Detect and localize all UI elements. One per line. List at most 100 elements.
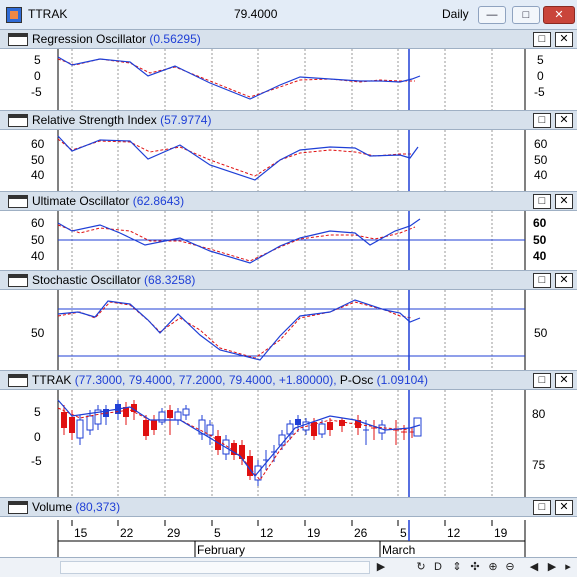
price-plot: 5 0 -5 80 75 <box>31 390 546 497</box>
panel-close-icon[interactable]: ✕ <box>555 373 573 388</box>
price-tick-left: 0 <box>34 430 41 444</box>
window-price: 79.4000 <box>234 7 278 21</box>
panel-maximize-icon[interactable]: □ <box>533 32 551 47</box>
panel-maximize-icon[interactable]: □ <box>533 500 551 515</box>
hand-icon[interactable]: ⇕ <box>450 560 464 575</box>
regression-plot: 5 0 -5 5 0 -5 <box>31 49 545 110</box>
panel-title: Volume (80,373) <box>32 500 121 514</box>
price-tick-right: 80 <box>532 407 546 421</box>
x-day-label: 26 <box>354 526 368 540</box>
panel-icon[interactable] <box>8 374 28 387</box>
panel-header-price: TTRAK (77.3000, 79.4000, 77.2000, 79.400… <box>0 370 577 390</box>
panel-title: Regression Oscillator (0.56295) <box>32 32 201 46</box>
rsi-tick-right: 50 <box>534 153 548 167</box>
panel-maximize-icon[interactable]: □ <box>533 273 551 288</box>
rsi-tick: 40 <box>31 168 45 182</box>
panel-header-ultimate: Ultimate Oscillator (62.8643) □ ✕ <box>0 191 577 211</box>
window-titlebar: TTRAK 79.4000 Daily — □ ✕ <box>0 0 577 30</box>
ultimate-tick-right: 40 <box>533 249 547 263</box>
price-tick-right: 75 <box>532 458 546 472</box>
panel-header-regression: Regression Oscillator (0.56295) □ ✕ <box>0 29 577 49</box>
x-day-label: 5 <box>400 526 407 540</box>
x-month-label: February <box>197 543 245 557</box>
x-day-label: 12 <box>260 526 274 540</box>
regression-tick-right: 0 <box>537 69 544 83</box>
regression-tick-right: 5 <box>537 53 544 67</box>
app-icon <box>6 7 22 23</box>
panel-close-icon[interactable]: ✕ <box>555 32 573 47</box>
bottom-toolbar: ▶ ↻ D ⇕ ✣ ⊕ ⊖ ◀ ▶ ▸ <box>0 557 577 577</box>
zoom-out-icon[interactable]: ⊖ <box>503 560 517 575</box>
candlesticks <box>61 400 422 486</box>
rsi-tick: 50 <box>31 153 45 167</box>
regression-tick: 5 <box>34 53 41 67</box>
panel-icon[interactable] <box>8 33 28 46</box>
panel-header-volume: Volume (80,373) □ ✕ <box>0 497 577 517</box>
x-day-label: 19 <box>494 526 508 540</box>
x-day-label: 15 <box>74 526 88 540</box>
panel-header-rsi: Relative Strength Index (57.9774) □ ✕ <box>0 110 577 130</box>
panel-maximize-icon[interactable]: □ <box>533 113 551 128</box>
stochastic-tick-right: 50 <box>534 326 548 340</box>
panel-close-icon[interactable]: ✕ <box>555 500 573 515</box>
x-day-label: 12 <box>447 526 461 540</box>
stochastic-plot: 50 50 <box>31 290 548 370</box>
rsi-tick: 60 <box>31 137 45 151</box>
chart-rsi[interactable]: 60 50 40 60 50 40 <box>0 130 577 191</box>
x-day-label: 29 <box>167 526 181 540</box>
panel-icon[interactable] <box>8 274 28 287</box>
panel-close-icon[interactable]: ✕ <box>555 194 573 209</box>
rsi-plot: 60 50 40 60 50 40 <box>31 130 548 191</box>
refresh-icon[interactable]: ↻ <box>414 560 428 575</box>
regression-tick: -5 <box>31 85 42 99</box>
price-tick-left: -5 <box>31 454 42 468</box>
rsi-tick-right: 40 <box>534 168 548 182</box>
ultimate-tick: 40 <box>31 249 45 263</box>
panel-title: Ultimate Oscillator (62.8643) <box>32 194 185 208</box>
chart-price[interactable]: 5 0 -5 80 75 <box>0 390 577 497</box>
x-axis-plot: 15 22 29 5 12 19 26 5 12 19 February Mar… <box>57 520 526 557</box>
ultimate-tick: 50 <box>31 233 45 247</box>
chart-ultimate[interactable]: 60 50 40 60 50 40 <box>0 211 577 270</box>
scroll-right-icon[interactable]: ▶ <box>374 560 388 575</box>
chart-stochastic[interactable]: 50 50 <box>0 290 577 370</box>
stochastic-tick: 50 <box>31 326 45 340</box>
panel-title: TTRAK (77.3000, 79.4000, 77.2000, 79.400… <box>32 373 428 387</box>
panel-close-icon[interactable]: ✕ <box>555 113 573 128</box>
chart-regression[interactable]: 5 0 -5 5 0 -5 <box>0 49 577 110</box>
panel-icon[interactable] <box>8 501 28 514</box>
window-symbol: TTRAK <box>28 7 68 21</box>
period-selector[interactable]: Daily <box>442 7 469 21</box>
price-tick-left: 5 <box>34 405 41 419</box>
ultimate-plot: 60 50 40 60 50 40 <box>31 211 547 270</box>
scroll-end-icon[interactable]: ▸ <box>561 560 575 575</box>
panel-icon[interactable] <box>8 195 28 208</box>
scroll-left-icon[interactable]: ◀ <box>527 560 541 575</box>
x-day-label: 19 <box>307 526 321 540</box>
close-icon[interactable]: ✕ <box>543 6 575 24</box>
zoom-in-icon[interactable]: ⊕ <box>486 560 500 575</box>
ultimate-tick: 60 <box>31 216 45 230</box>
panel-close-icon[interactable]: ✕ <box>555 273 573 288</box>
minimize-icon[interactable]: — <box>478 6 506 24</box>
x-month-label: March <box>382 543 415 557</box>
x-day-label: 5 <box>214 526 221 540</box>
regression-tick: 0 <box>34 69 41 83</box>
panel-title: Stochastic Oscillator (68.3258) <box>32 273 196 287</box>
crosshair-icon[interactable]: ✣ <box>468 560 482 575</box>
scroll-right-icon[interactable]: ▶ <box>545 560 559 575</box>
panel-maximize-icon[interactable]: □ <box>533 194 551 209</box>
ultimate-tick-right: 50 <box>533 233 547 247</box>
x-day-label: 22 <box>120 526 134 540</box>
restore-icon[interactable]: □ <box>512 6 540 24</box>
regression-tick-right: -5 <box>534 85 545 99</box>
panel-maximize-icon[interactable]: □ <box>533 373 551 388</box>
panel-header-stochastic: Stochastic Oscillator (68.3258) □ ✕ <box>0 270 577 290</box>
x-axis: 15 22 29 5 12 19 26 5 12 19 February Mar… <box>0 520 577 557</box>
panel-title: Relative Strength Index (57.9774) <box>32 113 212 127</box>
draw-icon[interactable]: D <box>431 560 445 575</box>
panel-icon[interactable] <box>8 114 28 127</box>
rsi-tick-right: 60 <box>534 137 548 151</box>
horizontal-scrollbar[interactable] <box>60 561 370 574</box>
ultimate-tick-right: 60 <box>533 216 547 230</box>
